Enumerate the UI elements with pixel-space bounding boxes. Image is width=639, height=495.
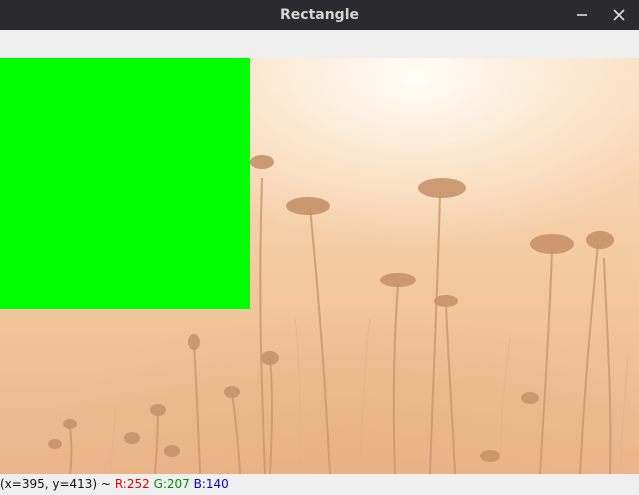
toolbar-area — [0, 30, 639, 58]
drawn-rectangle — [0, 58, 250, 309]
blue-value: B:140 — [193, 477, 229, 491]
red-value: R:252 — [114, 477, 150, 491]
status-bar: (x=395, y=413) ~ R:252 G:207 B:140 — [0, 474, 639, 495]
title-bar: Rectangle — [0, 0, 639, 30]
close-icon — [613, 9, 625, 21]
green-value: G:207 — [153, 477, 190, 491]
close-button[interactable] — [604, 0, 634, 30]
minimize-button[interactable] — [567, 0, 597, 30]
cursor-coordinates: (x=395, y=413) ~ — [0, 477, 111, 491]
window-title: Rectangle — [280, 7, 359, 23]
minimize-icon — [577, 14, 587, 16]
